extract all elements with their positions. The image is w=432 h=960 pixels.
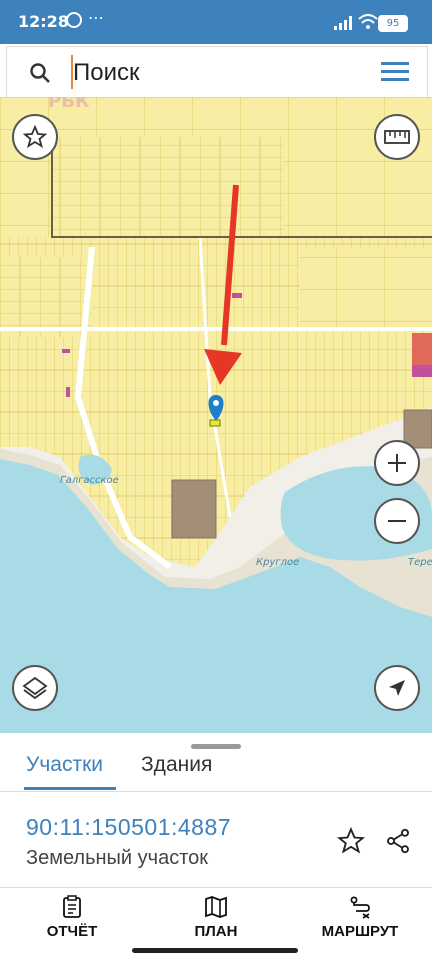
favorite-star-icon[interactable] (337, 827, 365, 855)
plus-icon (388, 454, 406, 472)
place-label-krugloe: Круглое (256, 557, 299, 568)
minus-icon (388, 520, 406, 522)
active-tab-indicator (24, 787, 116, 790)
plan-button[interactable]: ПЛАН (161, 895, 271, 940)
share-icon[interactable] (384, 827, 412, 855)
divider (0, 791, 432, 792)
divider (0, 887, 432, 888)
zoom-in-button[interactable] (374, 440, 420, 486)
more-icon: ⋯ (88, 8, 104, 27)
place-label-tere: Тере (408, 557, 432, 568)
star-icon (23, 125, 47, 148)
route-icon (350, 896, 370, 919)
navigation-arrow-icon (389, 680, 405, 696)
signal-icon (334, 16, 352, 30)
battery-icon: 95 (378, 15, 408, 32)
zoom-out-button[interactable] (374, 498, 420, 544)
ruler-button[interactable] (374, 114, 420, 160)
cadastral-number[interactable]: 90:11:150501:4887 (26, 814, 231, 841)
map-plan-icon (205, 896, 227, 918)
route-button[interactable]: МАРШРУТ (305, 895, 415, 940)
my-location-button[interactable] (374, 665, 420, 711)
map-canvas[interactable]: Галгасское Круглое Тере РБК (0, 97, 432, 733)
layers-button[interactable] (12, 665, 58, 711)
search-icon[interactable] (29, 62, 51, 84)
bottom-sheet[interactable]: Участки Здания 90:11:150501:4887 Земельн… (0, 733, 432, 960)
ruler-icon (384, 130, 410, 144)
watermark-logo: РБК (48, 97, 90, 112)
report-icon (63, 895, 81, 918)
report-button[interactable]: ОТЧЁТ (17, 895, 127, 940)
sheet-drag-handle[interactable] (191, 744, 241, 749)
report-label: ОТЧЁТ (46, 923, 98, 940)
tab-parcels[interactable]: Участки (26, 753, 103, 777)
status-time: 12:28 (18, 12, 69, 31)
favorite-button[interactable] (12, 114, 58, 160)
plan-label: ПЛАН (194, 923, 238, 940)
status-bar: 12:28 ⋯ 95 (0, 0, 432, 44)
menu-icon[interactable] (381, 62, 409, 82)
place-label-galgasskoe: Галгасское (60, 475, 119, 486)
system-nav-bar[interactable] (132, 948, 298, 953)
route-label: МАРШРУТ (321, 923, 399, 940)
wifi-icon (358, 14, 378, 29)
tab-buildings[interactable]: Здания (141, 753, 212, 777)
search-input[interactable]: Поиск (73, 59, 140, 87)
layers-icon (22, 676, 48, 700)
map-view[interactable]: Галгасское Круглое Тере РБК (0, 97, 432, 733)
whatsapp-icon (66, 12, 82, 28)
parcel-type: Земельный участок (26, 847, 209, 869)
search-bar[interactable]: Поиск (6, 46, 428, 98)
